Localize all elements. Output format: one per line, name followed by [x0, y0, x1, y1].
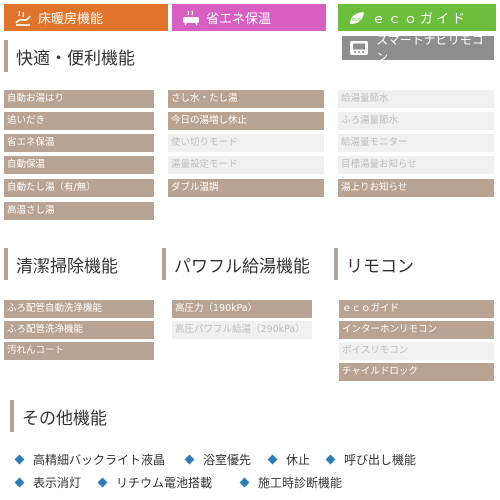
- feature-item: 高圧力（190kPa）: [172, 300, 312, 318]
- feature-item: 高温さし湯: [4, 202, 154, 220]
- feature-item: さし水・たし湯: [168, 90, 324, 108]
- tab-eco-guide[interactable]: eco ｅｃｏガイド: [338, 4, 496, 31]
- tab-energy-saving[interactable]: 省エネ保温: [172, 4, 326, 31]
- heading-remote: リモコン: [334, 248, 414, 280]
- feature-item: 目標湯量お知らせ: [338, 156, 494, 174]
- heading-convenience-title: 快適・便利機能: [16, 48, 135, 69]
- feature-item: 自動保温: [4, 156, 154, 174]
- diamond-bullet-icon: [239, 477, 250, 488]
- feature-item: ダブル温調: [168, 179, 324, 197]
- diamond-bullet-icon: [14, 477, 25, 488]
- heading-power: パワフル給湯機能: [162, 248, 310, 280]
- feature-item: インターホンリモコン: [339, 321, 494, 339]
- remote-control-icon: [348, 40, 370, 56]
- feature-item: ボイスリモコン: [339, 342, 494, 360]
- eco-leaf-icon: eco: [348, 10, 366, 26]
- heading-bar: [10, 400, 14, 432]
- feature-item: 自動たし湯（有/無）: [4, 179, 154, 197]
- heading-bar: [162, 248, 166, 280]
- heading-cleaning-title: 清潔掃除機能: [16, 256, 118, 277]
- feature-item: ふろ配管自動洗浄機能: [4, 300, 154, 318]
- smart-remote-label: スマートナビリモコン: [376, 33, 484, 64]
- floor-heating-icon: [14, 10, 32, 26]
- feature-item: 高圧パワフル給湯（290kPa）: [172, 321, 312, 339]
- diamond-bullet-icon: [267, 454, 278, 465]
- tab-floor-heating[interactable]: 床暖房機能: [4, 4, 168, 31]
- tab-eco-guide-label: ｅｃｏガイド: [372, 12, 469, 27]
- heading-bar: [4, 248, 8, 280]
- smart-remote-button[interactable]: スマートナビリモコン: [342, 33, 494, 64]
- diamond-bullet-icon: [97, 477, 108, 488]
- heading-bar: [4, 40, 8, 72]
- tab-floor-heating-label: 床暖房機能: [38, 12, 104, 27]
- svg-text:eco: eco: [352, 17, 361, 23]
- feature-item: ふろ配管洗浄機能: [4, 321, 154, 339]
- diamond-bullet-icon: [14, 454, 25, 465]
- heading-cleaning: 清潔掃除機能: [4, 248, 118, 280]
- other-feature: 浴室優先: [184, 451, 251, 468]
- feature-item: 給湯量モニター: [338, 134, 494, 152]
- feature-item: 給湯量節水: [338, 90, 494, 108]
- feature-item: ふろ湯量節水: [338, 112, 494, 130]
- feature-item: 今日の湯増し休止: [168, 112, 324, 130]
- feature-item: ｅｃｏガイド: [339, 300, 494, 318]
- bathtub-icon: [182, 10, 200, 26]
- heading-remote-title: リモコン: [346, 256, 414, 277]
- feature-item: 追いだき: [4, 112, 154, 130]
- other-feature: 休止: [267, 451, 310, 468]
- feature-item: 湯量設定モード: [168, 156, 324, 174]
- feature-item: 使い切りモード: [168, 134, 324, 152]
- heading-convenience: 快適・便利機能: [4, 40, 135, 72]
- other-feature: 高精細バックライト液晶: [14, 451, 165, 468]
- heading-power-title: パワフル給湯機能: [174, 256, 310, 277]
- feature-item: 自動お湯はり: [4, 90, 154, 108]
- other-feature: リチウム電池搭載: [97, 474, 212, 491]
- feature-item: 汚れんコート: [4, 342, 154, 360]
- feature-item: 湯上りお知らせ: [338, 179, 494, 197]
- tab-energy-saving-label: 省エネ保温: [206, 12, 272, 27]
- feature-item: 省エネ保温: [4, 134, 154, 152]
- heading-bar: [334, 248, 338, 280]
- other-feature: 呼び出し機能: [325, 451, 416, 468]
- diamond-bullet-icon: [184, 454, 195, 465]
- heading-other-title: その他機能: [22, 408, 107, 429]
- feature-item: チャイルドロック: [339, 363, 494, 381]
- heading-other: その他機能: [10, 400, 107, 432]
- other-feature: 表示消灯: [14, 474, 81, 491]
- other-feature: 施工時診断機能: [239, 474, 342, 491]
- diamond-bullet-icon: [325, 454, 336, 465]
